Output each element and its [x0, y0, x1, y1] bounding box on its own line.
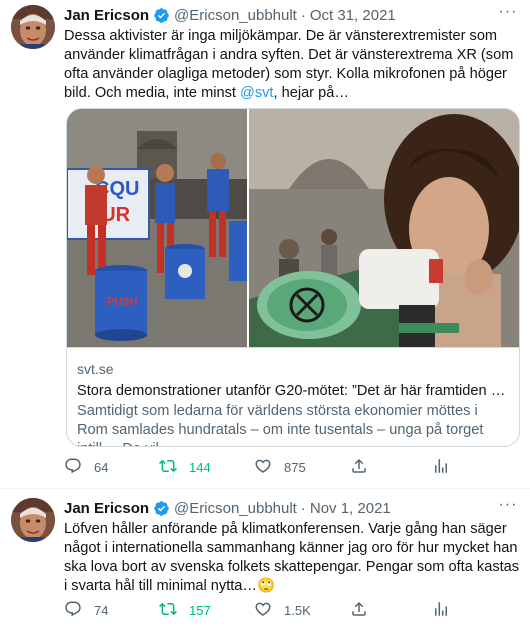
retweet-icon	[159, 457, 177, 478]
barrel-text: PUSH	[107, 296, 138, 308]
tweet-actions: 64 144 875	[64, 457, 464, 477]
tweet-date[interactable]: Nov 1, 2021	[310, 500, 391, 517]
analytics-button[interactable]	[432, 600, 450, 620]
verified-badge-icon	[153, 500, 170, 517]
author-name[interactable]: Jan Ericson	[64, 7, 149, 24]
like-icon	[254, 600, 272, 621]
analytics-button[interactable]	[432, 457, 450, 477]
link-card[interactable]: CQU TUR PUSH svt.se Stora demonstratione…	[66, 108, 520, 447]
verified-badge-icon	[153, 7, 170, 24]
retweet-count: 157	[189, 602, 211, 618]
reply-button[interactable]: 74	[64, 600, 108, 620]
reply-count: 74	[94, 602, 109, 618]
separator-dot: ·	[300, 499, 306, 517]
author-handle[interactable]: @Ericson_ubbhult	[174, 7, 297, 24]
reply-icon	[64, 600, 82, 621]
separator-dot: ·	[300, 6, 306, 24]
analytics-icon	[432, 600, 450, 621]
card-domain: svt.se	[77, 361, 114, 377]
tweet-date[interactable]: Oct 31, 2021	[310, 7, 396, 24]
retweet-count: 144	[189, 459, 211, 475]
like-button[interactable]: 1.5K	[254, 600, 311, 620]
card-image-megaphone[interactable]	[249, 109, 519, 347]
tweet[interactable]: Jan Ericson @Ericson_ubbhult · Oct 31, 2…	[0, 0, 530, 489]
share-button[interactable]	[350, 457, 368, 477]
card-body[interactable]: svt.se Stora demonstrationer utanför G20…	[67, 347, 519, 446]
retweet-button[interactable]: 144	[159, 457, 211, 477]
reply-button[interactable]: 64	[64, 457, 108, 477]
more-icon[interactable]: ···	[498, 4, 518, 25]
tweet[interactable]: Jan Ericson @Ericson_ubbhult · Nov 1, 20…	[0, 489, 530, 629]
tweet-text-part: , hejar på…	[273, 85, 349, 101]
retweet-icon	[159, 600, 177, 621]
share-button[interactable]	[350, 600, 368, 620]
reply-count: 64	[94, 459, 109, 475]
avatar[interactable]	[11, 5, 55, 49]
tweet-text: Löfven håller anförande på klimatkonfere…	[64, 521, 520, 594]
like-icon	[254, 457, 272, 478]
share-icon	[350, 457, 368, 478]
tweet-header: Jan Ericson @Ericson_ubbhult · Oct 31, 2…	[64, 5, 396, 25]
mention-link[interactable]: @svt	[240, 85, 273, 101]
author-name[interactable]: Jan Ericson	[64, 500, 149, 517]
card-title[interactable]: Stora demonstrationer utanför G20-mötet:…	[77, 381, 511, 401]
card-image-protest[interactable]: CQU TUR PUSH	[67, 109, 247, 347]
more-icon[interactable]: ···	[498, 497, 518, 518]
share-icon	[350, 600, 368, 621]
author-handle[interactable]: @Ericson_ubbhult	[174, 500, 297, 517]
avatar[interactable]	[11, 498, 55, 542]
like-count: 875	[284, 459, 306, 475]
like-button[interactable]: 875	[254, 457, 306, 477]
card-description: Samtidigt som ledarna för världens störs…	[77, 403, 484, 446]
analytics-icon	[432, 457, 450, 478]
retweet-button[interactable]: 157	[159, 600, 211, 620]
tweet-text: Dessa aktivister är inga miljökämpar. De…	[64, 27, 520, 103]
tweet-header: Jan Ericson @Ericson_ubbhult · Nov 1, 20…	[64, 498, 391, 518]
reply-icon	[64, 457, 82, 478]
like-count: 1.5K	[284, 602, 311, 618]
card-media[interactable]: CQU TUR PUSH	[67, 109, 519, 347]
tweet-actions: 74 157 1.5K	[64, 600, 464, 620]
